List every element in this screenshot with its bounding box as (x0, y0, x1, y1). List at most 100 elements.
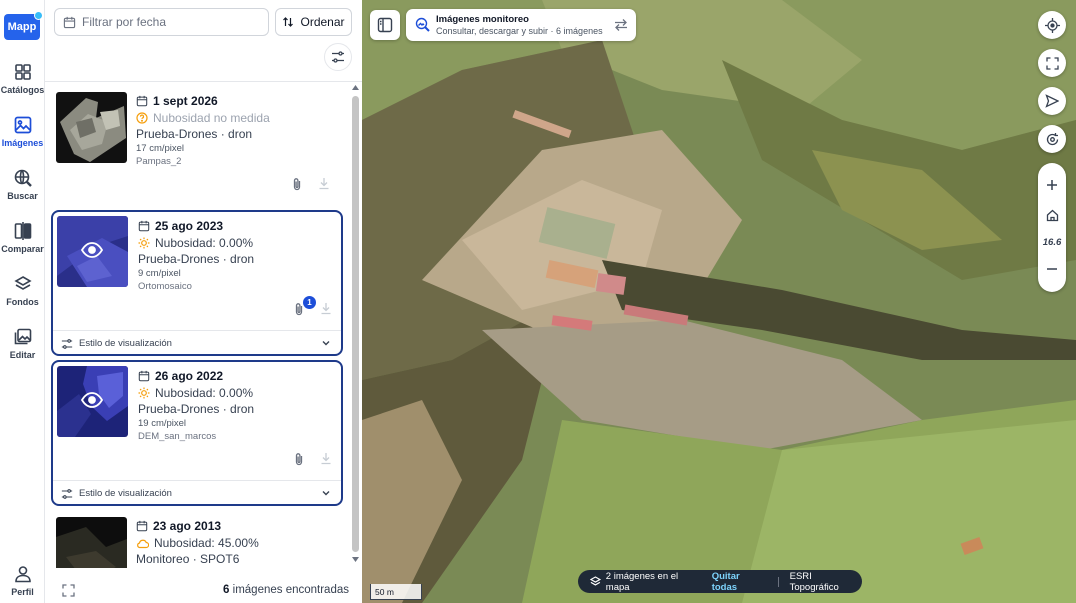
app-logo[interactable]: Mapp (4, 11, 43, 40)
edit-images-icon (14, 328, 31, 345)
fullscreen-icon (1045, 56, 1059, 70)
card-cloudiness: Nubosidad no medida (136, 111, 270, 125)
map-view[interactable]: Imágenes monitoreo Consultar, descargar … (362, 0, 1076, 603)
layers-icon (590, 576, 601, 586)
calendar-icon (63, 16, 76, 28)
zoom-level: 16.6 (1042, 236, 1062, 248)
card-resolution: 19 cm/pixel (138, 418, 187, 429)
image-card-selected[interactable]: 25 ago 2023 Nubosidad: 0.00% Prueba-Dron… (51, 210, 343, 356)
images-panel: Ordenar 1 sept 20 (45, 0, 362, 603)
locate-button[interactable] (1038, 11, 1066, 39)
rail-item-perfil[interactable]: Perfil (0, 564, 45, 603)
card-source: Monitoreo · SPOT6 (136, 552, 240, 566)
home-button[interactable] (1038, 201, 1066, 229)
rail-item-fondos[interactable]: Fondos (0, 274, 45, 320)
list-scrollbar[interactable] (350, 82, 361, 568)
sort-button[interactable]: Ordenar (275, 8, 352, 36)
terrain-imagery (362, 0, 1076, 603)
sort-icon (283, 17, 294, 27)
image-card[interactable]: 1 sept 2026 Nubosidad no medida Prueba-D… (51, 87, 343, 205)
scroll-up-arrow-icon[interactable] (352, 84, 359, 91)
rail-label: Buscar (7, 191, 38, 201)
paperclip-icon[interactable] (293, 452, 305, 466)
download-icon[interactable] (320, 452, 332, 465)
context-title: Imágenes monitoreo (436, 14, 529, 25)
sun-icon (138, 387, 150, 399)
image-icon (14, 116, 31, 134)
sun-icon (138, 237, 150, 249)
filters-button[interactable] (324, 43, 352, 71)
visible-eye-icon[interactable] (81, 392, 103, 408)
rail-item-buscar[interactable]: Buscar (0, 168, 45, 214)
card-image-name: Ortomosaico (138, 281, 192, 292)
satellite-thumbnail (56, 517, 127, 568)
rail-item-imagenes[interactable]: Imágenes (0, 115, 45, 161)
card-resolution: 17 cm/pixel (136, 143, 185, 154)
zoom-out-button[interactable] (1038, 255, 1066, 283)
navigate-button[interactable] (1038, 87, 1066, 115)
chevron-down-icon (322, 341, 330, 346)
image-card-selected[interactable]: 26 ago 2022 Nubosidad: 0.00% Prueba-Dron… (51, 360, 343, 506)
rail-label: Editar (9, 350, 36, 360)
card-cloudiness: Nubosidad: 0.00% (138, 386, 253, 400)
tune-icon (61, 338, 73, 349)
remove-all-button[interactable]: Quitar todas (712, 571, 767, 593)
visible-eye-icon[interactable] (81, 242, 103, 258)
left-rail: Mapp Catálogos Imágenes Buscar Comparar … (0, 0, 45, 603)
send-arrow-icon (1045, 94, 1059, 108)
grid-icon (14, 64, 31, 80)
toggle-sidebar-button[interactable] (370, 10, 400, 40)
download-icon[interactable] (320, 302, 332, 315)
swap-icon[interactable] (614, 18, 628, 32)
card-cloudiness: Nubosidad: 0.00% (138, 236, 253, 250)
zoom-in-button[interactable] (1038, 171, 1066, 199)
rotate-3d-button[interactable] (1038, 125, 1066, 153)
image-search-icon (415, 17, 430, 32)
scale-bar: 50 m (370, 584, 422, 600)
context-card[interactable]: Imágenes monitoreo Consultar, descargar … (406, 9, 636, 41)
image-thumbnail[interactable] (57, 216, 128, 287)
image-list: 1 sept 2026 Nubosidad no medida Prueba-D… (45, 82, 362, 568)
logo-dot (34, 11, 43, 20)
tune-icon (61, 488, 73, 499)
rail-item-editar[interactable]: Editar (0, 327, 45, 373)
map-status-bar: 2 imágenes en el mapa Quitar todas ESRI … (578, 570, 862, 593)
image-thumbnail[interactable] (57, 366, 128, 437)
fullscreen-button[interactable] (1038, 49, 1066, 77)
date-filter[interactable] (54, 8, 269, 36)
context-subtitle: Consultar, descargar y subir · 6 imágene… (436, 26, 603, 36)
rail-item-catalogos[interactable]: Catálogos (0, 62, 45, 108)
card-date: 26 ago 2022 (138, 369, 223, 383)
rail-label: Imágenes (1, 138, 44, 148)
scroll-thumb[interactable] (352, 96, 359, 552)
image-card[interactable]: 23 ago 2013 Nubosidad: 45.00% Monitoreo … (51, 512, 343, 568)
card-source: Prueba-Drones · dron (136, 127, 253, 141)
sort-label: Ordenar (300, 15, 345, 29)
user-icon (14, 566, 31, 583)
drone-mosaic-thumbnail (56, 92, 127, 163)
calendar-icon (136, 520, 148, 532)
visualization-style-toggle[interactable]: Estilo de visualización (53, 480, 341, 506)
image-thumbnail[interactable] (56, 517, 127, 568)
paperclip-icon[interactable] (291, 177, 303, 191)
date-filter-input[interactable] (82, 15, 252, 29)
scroll-down-arrow-icon[interactable] (352, 556, 359, 563)
divider (777, 576, 779, 587)
results-count: 6 imágenes encontradas (223, 584, 349, 596)
rail-item-comparar[interactable]: Comparar (0, 221, 45, 267)
card-image-name: Pampas_2 (136, 156, 182, 167)
download-icon[interactable] (318, 177, 330, 190)
crosshair-icon (1044, 17, 1060, 33)
visualization-style-toggle[interactable]: Estilo de visualización (53, 330, 341, 356)
image-thumbnail[interactable] (56, 92, 127, 163)
expand-icon[interactable] (62, 584, 75, 597)
search-globe-icon (14, 169, 32, 187)
zoom-controls: 16.6 (1038, 163, 1066, 292)
card-date: 23 ago 2013 (136, 519, 221, 533)
card-cloudiness: Nubosidad: 45.00% (136, 536, 259, 550)
card-date: 25 ago 2023 (138, 219, 223, 233)
basemap-selector[interactable]: ESRI Topográfico (790, 571, 862, 593)
app: Mapp Catálogos Imágenes Buscar Comparar … (0, 0, 1076, 603)
question-circle-icon (136, 112, 148, 124)
calendar-icon (138, 220, 150, 232)
